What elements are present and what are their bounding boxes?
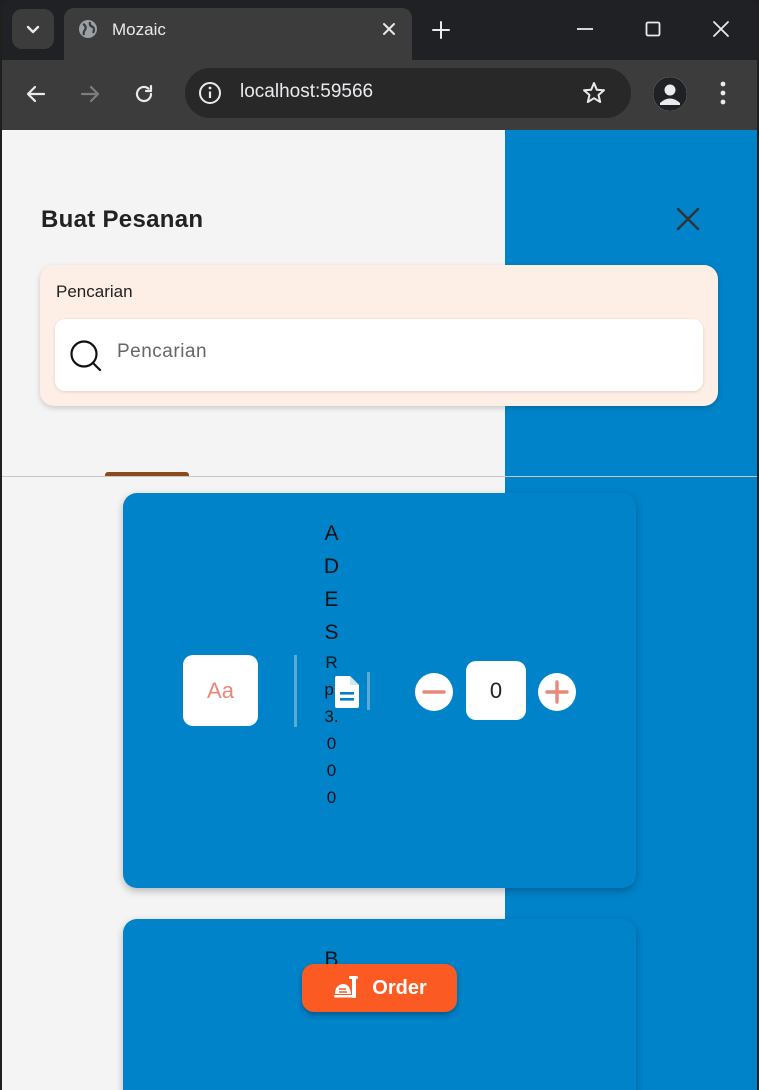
reload-icon[interactable] <box>128 78 160 110</box>
divider <box>367 672 370 710</box>
back-arrow-icon[interactable] <box>20 78 52 110</box>
food-tray-icon <box>334 976 359 998</box>
bookmark-star-icon[interactable] <box>581 80 607 106</box>
note-icon[interactable] <box>332 675 362 709</box>
chevron-down-icon <box>26 25 40 34</box>
more-menu-icon[interactable] <box>708 78 738 108</box>
decrease-quantity-button[interactable] <box>415 673 453 711</box>
search-icon <box>70 340 102 372</box>
search-card: Pencarian <box>40 265 718 406</box>
search-field[interactable] <box>55 319 703 391</box>
new-tab-icon[interactable] <box>428 17 454 43</box>
url-text: localhost:59566 <box>240 81 374 102</box>
maximize-icon[interactable] <box>640 16 666 42</box>
increase-quantity-button[interactable] <box>538 673 576 711</box>
browser-toolbar: localhost:59566 <box>2 60 757 130</box>
product-info: ADES Rp.3.000 <box>295 517 368 811</box>
minimize-icon[interactable] <box>572 16 598 42</box>
tab-strip: Mozaic <box>2 0 757 60</box>
tab-title: Mozaic <box>112 20 166 39</box>
product-thumbnail: Aa <box>183 655 258 726</box>
browser-tab[interactable]: Mozaic <box>64 8 412 60</box>
address-bar[interactable]: localhost:59566 <box>185 68 631 118</box>
divider <box>2 476 757 477</box>
search-label: Pencarian <box>56 282 133 301</box>
search-input[interactable] <box>117 341 677 363</box>
product-name: ADES <box>323 522 340 644</box>
globe-icon <box>79 20 97 38</box>
tab-search-button[interactable] <box>12 9 54 49</box>
quantity-field[interactable]: 0 <box>466 661 526 720</box>
tab-close-icon[interactable] <box>378 18 400 40</box>
plus-icon <box>545 680 569 704</box>
minus-icon <box>422 690 446 694</box>
close-icon[interactable] <box>673 204 703 234</box>
order-button-label: Order <box>372 976 427 999</box>
page-viewport: Buat Pesanan Pencarian Aa ADES Rp.3.000 <box>2 130 757 1090</box>
order-button[interactable]: Order <box>302 964 457 1012</box>
product-card[interactable]: Aa ADES Rp.3.000 0 <box>123 493 636 888</box>
forward-arrow-icon[interactable] <box>74 78 106 110</box>
product-price: Rp.3.000 <box>324 653 339 807</box>
site-info-icon[interactable] <box>197 80 223 106</box>
profile-avatar-icon[interactable] <box>653 77 687 111</box>
page-title: Buat Pesanan <box>41 206 204 233</box>
browser-window: Mozaic localhost:59566 Buat Pesanan Penc… <box>2 0 757 1090</box>
window-close-icon[interactable] <box>708 16 734 42</box>
